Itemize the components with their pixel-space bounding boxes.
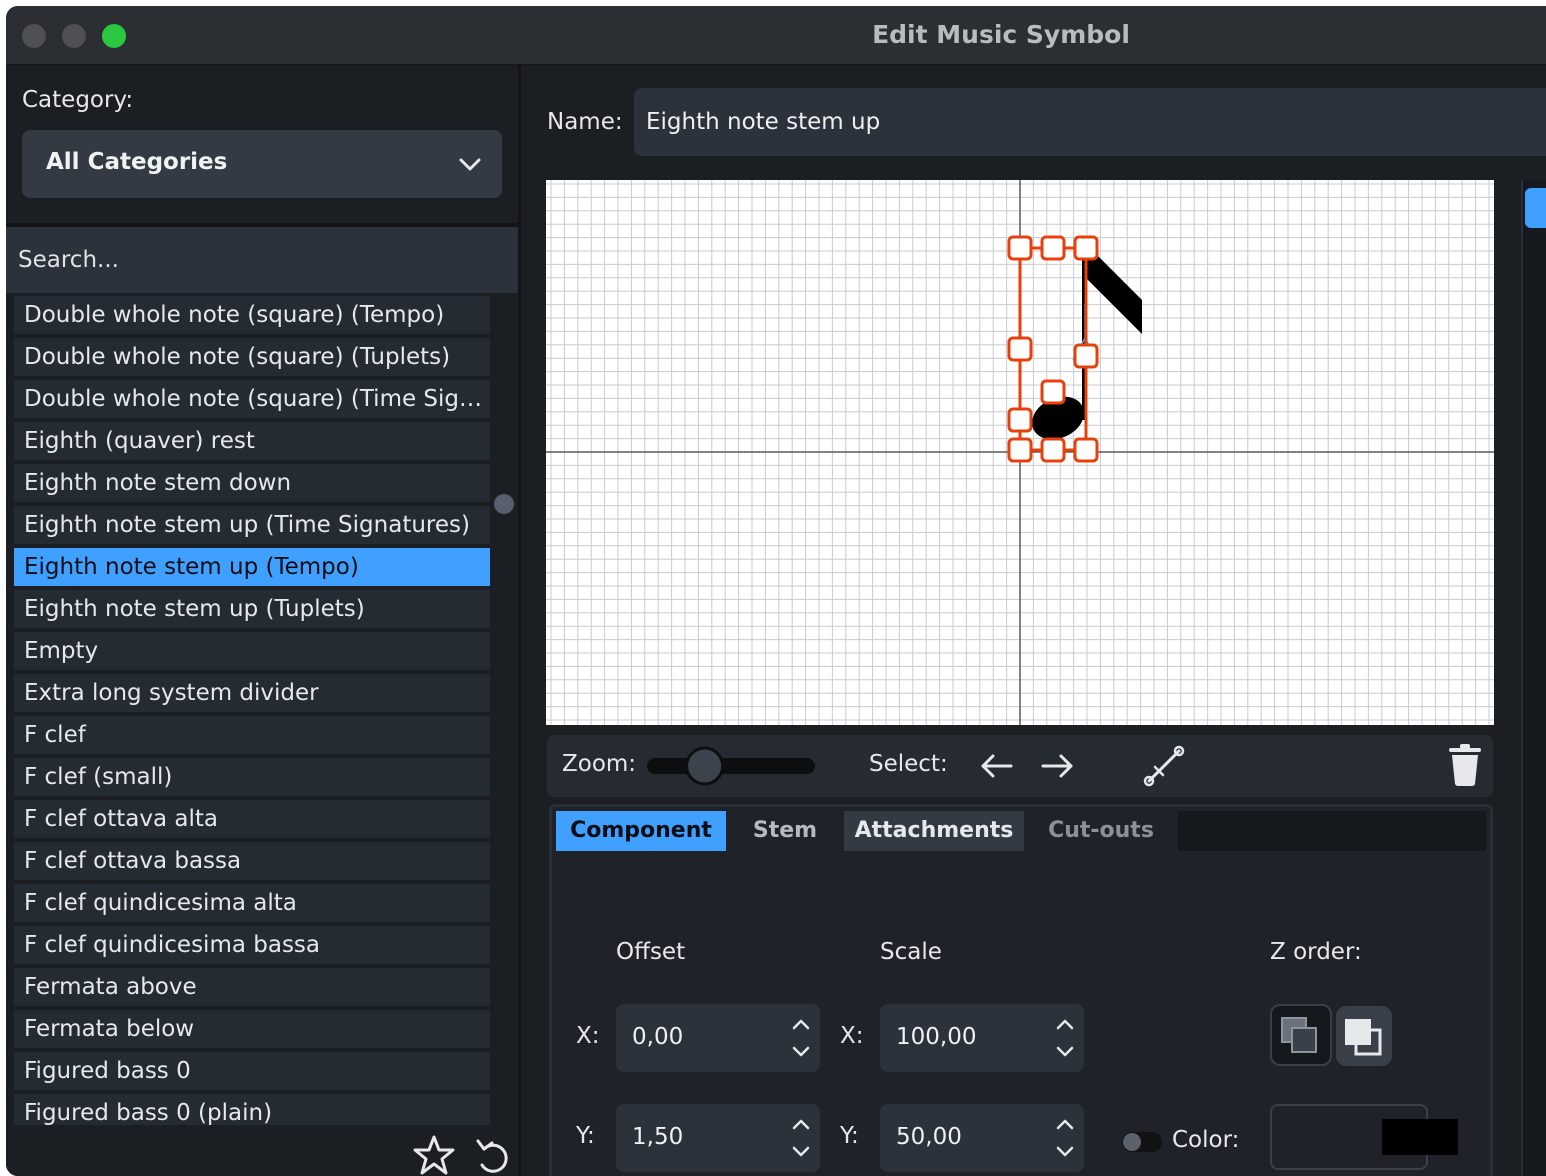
arrow-left-icon[interactable] [979, 749, 1015, 783]
offset-x-label: X: [576, 1023, 600, 1049]
color-swatch[interactable] [1382, 1119, 1458, 1155]
send-backward-button[interactable] [1270, 1004, 1332, 1066]
stepper-arrows-icon[interactable] [1052, 1010, 1078, 1066]
stepper-arrows-icon[interactable] [1052, 1110, 1078, 1166]
tab-attachments[interactable]: Attachments [844, 811, 1024, 851]
list-item[interactable]: Eighth (quaver) rest [14, 422, 490, 460]
list-item[interactable]: Fermata below [14, 1010, 490, 1048]
chevron-down-icon [459, 158, 481, 171]
category-label: Category: [22, 87, 134, 113]
selection-handle[interactable] [1040, 379, 1066, 405]
trash-icon[interactable] [1447, 744, 1483, 786]
list-item[interactable]: Eighth note stem up (Time Signatures) [14, 506, 490, 544]
selection-handle[interactable] [1007, 235, 1033, 261]
canvas-toolbar: Zoom: Select: [547, 735, 1493, 797]
list-item[interactable]: Empty [14, 632, 490, 670]
list-scrollbar-thumb[interactable] [494, 494, 514, 514]
arrow-right-icon[interactable] [1039, 749, 1075, 783]
offset-label: Offset [616, 939, 686, 965]
list-item[interactable]: F clef ottava bassa [14, 842, 490, 880]
search-input[interactable] [6, 227, 518, 293]
reset-icon[interactable] [472, 1133, 512, 1176]
selection-handle[interactable] [1040, 437, 1066, 463]
window-title: Edit Music Symbol [872, 20, 1130, 49]
list-item[interactable]: Eighth note stem up (Tempo) [14, 548, 490, 586]
list-item[interactable]: F clef [14, 716, 490, 754]
zoom-slider[interactable] [647, 746, 823, 786]
list-item[interactable]: Double whole note (square) (Tuplets) [14, 338, 490, 376]
properties-tab-bar: Component Stem Attachments Cut-outs [556, 811, 1486, 851]
scale-label: Scale [880, 939, 942, 965]
scale-x-stepper[interactable]: 100,00 [880, 1004, 1084, 1072]
tab-cut-outs: Cut-outs [1024, 811, 1178, 851]
list-item[interactable]: F clef quindicesima alta [14, 884, 490, 922]
selection-handle[interactable] [1007, 437, 1033, 463]
list-item[interactable]: F clef (small) [14, 758, 490, 796]
tab-component[interactable]: Component [556, 811, 726, 851]
selection-handle[interactable] [1073, 437, 1099, 463]
offset-y-value: 1,50 [632, 1124, 684, 1150]
scale-x-value: 100,00 [896, 1024, 977, 1050]
list-item[interactable]: Fermata above [14, 968, 490, 1006]
tab-stem[interactable]: Stem [726, 811, 844, 851]
zoom-slider-knob[interactable] [685, 746, 725, 786]
offset-y-label: Y: [576, 1123, 595, 1149]
selection-handle[interactable] [1007, 407, 1033, 433]
list-item[interactable]: Figured bass 0 [14, 1052, 490, 1090]
list-item[interactable]: Extra long system divider [14, 674, 490, 712]
symbol-editor-panel: Name: Eighth note stem up Zoom: Select: … [521, 65, 1546, 1176]
list-item[interactable]: F clef quindicesima bassa [14, 926, 490, 964]
send-backward-icon [1281, 1017, 1317, 1053]
offset-x-value: 0,00 [632, 1024, 684, 1050]
side-panel-tab[interactable] [1525, 188, 1546, 228]
symbol-browser-panel: Category: All Categories Double whole no… [6, 65, 521, 1176]
selection-handle[interactable] [1073, 235, 1099, 261]
selection-handle[interactable] [1007, 336, 1033, 362]
selection-handle[interactable] [1073, 343, 1099, 369]
zoom-label: Zoom: [562, 751, 637, 777]
scale-x-label: X: [840, 1023, 864, 1049]
list-item[interactable]: F clef ottava alta [14, 800, 490, 838]
color-label: Color: [1172, 1127, 1240, 1153]
color-toggle-knob [1123, 1133, 1141, 1151]
stepper-arrows-icon[interactable] [788, 1110, 814, 1166]
curve-edit-icon[interactable] [1141, 743, 1187, 789]
side-panel-strip [1521, 180, 1546, 1176]
symbol-list[interactable]: Double whole note (square) (Tempo) Double… [14, 296, 490, 1136]
edit-music-symbol-dialog: Edit Music Symbol Category: All Categori… [6, 6, 1546, 1176]
color-toggle[interactable] [1122, 1132, 1162, 1152]
z-order-label: Z order: [1270, 939, 1362, 965]
name-input[interactable] [634, 88, 1546, 156]
scale-y-label: Y: [840, 1123, 859, 1149]
stepper-arrows-icon[interactable] [788, 1010, 814, 1066]
list-item[interactable]: Double whole note (square) (Tempo) [14, 296, 490, 334]
bring-forward-icon [1345, 1019, 1382, 1056]
bring-forward-button[interactable] [1336, 1006, 1392, 1066]
list-item[interactable]: Double whole note (square) (Time Signat… [14, 380, 490, 418]
scale-y-value: 50,00 [896, 1124, 962, 1150]
list-item[interactable]: Eighth note stem down [14, 464, 490, 502]
category-dropdown-value: All Categories [46, 149, 228, 175]
title-bar: Edit Music Symbol [6, 6, 1546, 65]
properties-panel: Component Stem Attachments Cut-outs Offs… [549, 804, 1493, 1176]
offset-x-stepper[interactable]: 0,00 [616, 1004, 820, 1072]
star-icon[interactable] [412, 1133, 456, 1176]
category-dropdown[interactable]: All Categories [22, 130, 502, 198]
name-label: Name: [547, 109, 623, 135]
symbol-canvas[interactable] [546, 180, 1494, 725]
select-label: Select: [869, 751, 948, 777]
selection-handle[interactable] [1040, 235, 1066, 261]
list-item[interactable]: Eighth note stem up (Tuplets) [14, 590, 490, 628]
